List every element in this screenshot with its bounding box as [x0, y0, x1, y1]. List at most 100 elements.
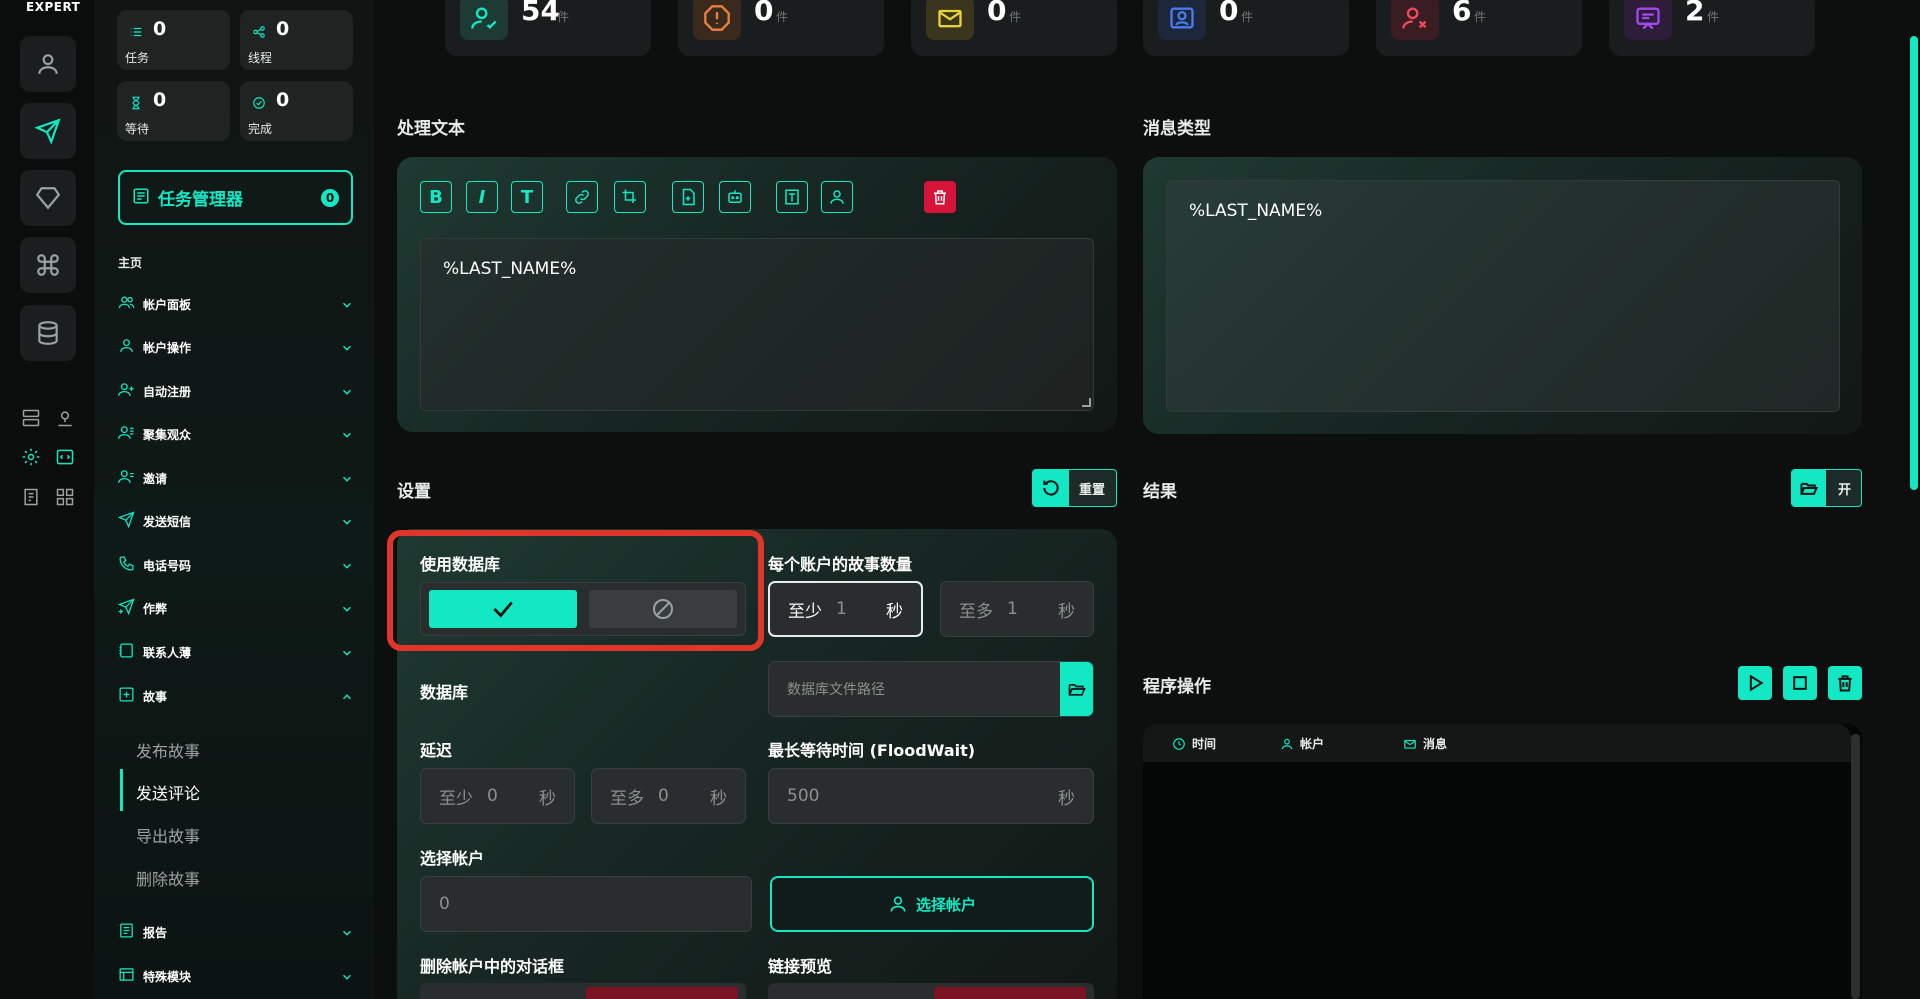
apps-button[interactable] [54, 486, 76, 508]
top-card-unit: 件 [1241, 10, 1254, 24]
notes-button[interactable] [20, 486, 42, 508]
process-text-editor[interactable]: %LAST_NAME% [420, 238, 1094, 411]
sub-item-delete-story[interactable]: 删除故事 [136, 866, 200, 890]
sub-item-publish-story[interactable]: 发布故事 [136, 738, 200, 762]
input-suffix: 秒 [539, 788, 556, 809]
sidebar [94, 0, 374, 999]
toggle-off-segment [934, 987, 1086, 999]
column-message[interactable]: 消息 [1403, 735, 1447, 752]
rail-user-button[interactable] [20, 36, 76, 92]
stories-per-account-label: 每个账户的故事数量 [768, 555, 913, 574]
top-card-value: 54 [521, 0, 560, 27]
delay-label: 延迟 [420, 741, 453, 760]
bot-button[interactable] [719, 181, 751, 213]
server-button[interactable] [20, 407, 42, 429]
insert-file-button[interactable] [672, 181, 704, 213]
link-preview-toggle[interactable] [768, 983, 1094, 999]
gear-button[interactable] [20, 446, 42, 468]
send-icon [117, 510, 135, 532]
nav-item-reports[interactable]: 报告 [118, 917, 354, 947]
text-button[interactable]: T [511, 181, 543, 213]
stop-button[interactable] [1783, 666, 1817, 700]
stat-value: 0 [153, 89, 167, 111]
nav-item-send-sms[interactable]: 发送短信 [117, 506, 354, 536]
top-card-value: 6 [1452, 0, 1472, 27]
apps-icon [56, 488, 74, 506]
spoiler-button[interactable] [614, 181, 646, 213]
sub-item-export-story[interactable]: 导出故事 [136, 823, 200, 847]
nav-item-account-panel[interactable]: 帐户面板 [118, 289, 354, 319]
nav-item-account-ops[interactable]: 帐户操作 [118, 332, 354, 362]
start-button[interactable] [1738, 666, 1772, 700]
nav-item-label: 邀请 [143, 471, 168, 486]
rail-send-button[interactable] [20, 103, 76, 159]
user-plus-icon [118, 381, 135, 402]
nav-item-invite[interactable]: 邀请 [118, 463, 354, 493]
input-prefix: 至多 [959, 601, 993, 622]
log-table [1143, 724, 1862, 999]
chevron-down-icon [340, 384, 354, 403]
reset-button[interactable]: 重置 [1032, 469, 1117, 507]
open-result-button[interactable]: 开 [1791, 469, 1862, 507]
clear-button[interactable] [924, 181, 956, 213]
delay-min-input[interactable]: 至少 0 秒 [420, 768, 575, 824]
nav-item-stories[interactable]: 故事 [118, 681, 354, 711]
stat-waiting: 0 等待 [117, 81, 230, 141]
users-icon [118, 294, 135, 315]
stat-label: 任务 [125, 51, 150, 65]
floodwait-input[interactable]: 500 秒 [768, 768, 1094, 824]
user-variable-button[interactable] [821, 181, 853, 213]
use-db-off-button[interactable] [589, 590, 737, 628]
clear-log-button[interactable] [1828, 666, 1862, 700]
code-button[interactable] [54, 446, 76, 468]
column-time[interactable]: 时间 [1172, 735, 1216, 752]
server-icon [22, 409, 40, 427]
delete-dialogs-label: 删除帐户中的对话框 [420, 957, 565, 976]
share-icon [252, 24, 266, 38]
map-pin-button[interactable] [54, 407, 76, 429]
nav-item-contacts[interactable]: 联系人薄 [118, 637, 354, 667]
column-account[interactable]: 帐户 [1280, 735, 1324, 752]
nav-item-phone-numbers[interactable]: 电话号码 [118, 550, 354, 580]
user-icon [830, 190, 844, 204]
delete-dialogs-toggle[interactable] [420, 983, 746, 999]
nav-item-label: 帐户操作 [143, 340, 192, 355]
sub-item-send-comment[interactable]: 发送评论 [136, 780, 200, 804]
link-button[interactable] [566, 181, 598, 213]
delay-max-input[interactable]: 至多 0 秒 [591, 768, 746, 824]
nav-item-auto-register[interactable]: 自动注册 [118, 376, 354, 406]
top-card-id: 0 件 [1143, 0, 1349, 56]
nav-item-gather-audience[interactable]: 聚集观众 [118, 419, 354, 449]
chevron-down-icon [340, 514, 354, 533]
chevron-down-icon [340, 925, 354, 944]
task-manager-button[interactable]: 任务管理器 0 [118, 170, 353, 225]
story-min-input[interactable]: 至少 1 秒 [768, 581, 923, 637]
italic-button[interactable]: I [466, 181, 498, 213]
plus-square-icon [118, 686, 135, 707]
text-align-button[interactable] [776, 181, 808, 213]
rail-database-button[interactable] [20, 305, 76, 361]
nav-item-cheat[interactable]: 作弊 [117, 593, 354, 623]
id-card-icon [1158, 0, 1206, 40]
module-icon [118, 966, 135, 987]
db-path-input[interactable]: 数据库文件路径 [768, 661, 1094, 717]
stat-label: 等待 [125, 122, 150, 136]
log-scrollbar[interactable] [1851, 734, 1860, 999]
nav-item-special-modules[interactable]: 特殊模块 [118, 961, 354, 991]
top-card-unit: 件 [776, 10, 789, 24]
rail-command-button[interactable] [20, 237, 76, 293]
user-icon [1281, 738, 1293, 749]
select-account-button[interactable]: 选择帐户 [770, 876, 1094, 932]
page-scrollbar-thumb[interactable] [1910, 36, 1918, 490]
use-db-on-button[interactable] [429, 590, 577, 628]
stat-tasks: 0 任务 [117, 10, 230, 70]
rail-diamond-button[interactable] [20, 170, 76, 226]
story-max-input[interactable]: 至多 1 秒 [940, 581, 1094, 637]
resize-handle[interactable] [1082, 398, 1091, 407]
toggle-off-segment [586, 987, 738, 999]
bold-button[interactable]: B [420, 181, 452, 213]
input-value: 500 [787, 786, 820, 806]
program-ops-title: 程序操作 [1143, 677, 1211, 697]
folder-open-button[interactable] [1060, 662, 1093, 716]
log-table-header [1143, 724, 1851, 762]
